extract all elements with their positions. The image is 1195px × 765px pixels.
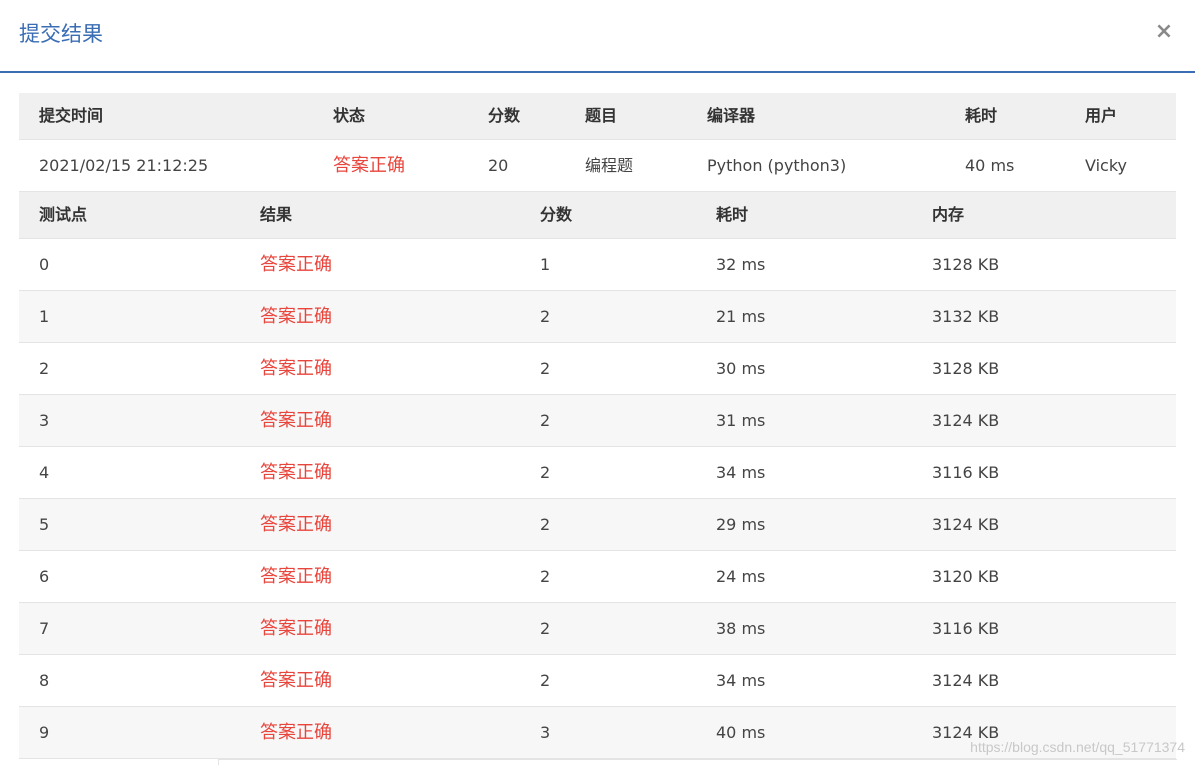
test-duration: 30 ms	[716, 359, 766, 378]
test-score: 2	[540, 359, 551, 378]
header-test-case: 测试点	[39, 205, 88, 224]
header-user: 用户	[1085, 106, 1118, 125]
header-test-duration: 耗时	[716, 205, 749, 224]
header-result: 结果	[260, 205, 293, 224]
test-memory: 3124 KB	[932, 671, 1000, 690]
test-duration: 29 ms	[716, 515, 766, 534]
close-icon[interactable]: ×	[1153, 18, 1175, 46]
table-row: 6 答案正确 2 24 ms 3120 KB	[19, 551, 1176, 603]
test-duration: 40 ms	[716, 723, 766, 742]
dialog-title: 提交结果	[19, 22, 103, 46]
compiler-name: Python (python3)	[707, 156, 847, 175]
test-score: 3	[540, 723, 551, 742]
test-result: 答案正确	[260, 618, 332, 639]
header-memory: 内存	[932, 205, 965, 224]
submission-score: 20	[488, 156, 509, 175]
test-memory: 3116 KB	[932, 463, 1000, 482]
test-score: 2	[540, 567, 551, 586]
test-case-id: 6	[39, 567, 50, 586]
table-row: 8 答案正确 2 34 ms 3124 KB	[19, 655, 1176, 707]
status-badge: 答案正确	[333, 155, 405, 176]
test-memory: 3132 KB	[932, 307, 1000, 326]
table-row: 1 答案正确 2 21 ms 3132 KB	[19, 291, 1176, 343]
test-memory: 3116 KB	[932, 619, 1000, 638]
submission-user[interactable]: Vicky	[1085, 140, 1127, 191]
test-score: 2	[540, 411, 551, 430]
test-cases-table: 测试点 结果 分数 耗时 内存 0 答案正确 1 32 ms 3128 KB 1…	[19, 192, 1176, 759]
test-result: 答案正确	[260, 410, 332, 431]
summary-row: 2021/02/15 21:12:25 答案正确 20 编程题 Python (…	[19, 140, 1176, 192]
test-case-id: 4	[39, 463, 50, 482]
test-memory: 3124 KB	[932, 411, 1000, 430]
test-case-id: 9	[39, 723, 50, 742]
dialog-header: 提交结果 ×	[0, 0, 1195, 73]
test-case-id: 1	[39, 307, 50, 326]
test-score: 1	[540, 255, 551, 274]
submission-duration: 40 ms	[965, 156, 1015, 175]
table-row: 4 答案正确 2 34 ms 3116 KB	[19, 447, 1176, 499]
test-result: 答案正确	[260, 254, 332, 275]
problem-type: 编程题	[585, 156, 634, 175]
header-duration: 耗时	[965, 106, 998, 125]
table-row: 0 答案正确 1 32 ms 3128 KB	[19, 239, 1176, 291]
table-row: 2 答案正确 2 30 ms 3128 KB	[19, 343, 1176, 395]
submission-summary-table: 提交时间 状态 分数 题目 编译器 耗时 用户 2021/02/15 21:12…	[19, 93, 1176, 192]
test-memory: 3128 KB	[932, 359, 1000, 378]
test-case-id: 7	[39, 619, 50, 638]
bottom-panel-edge	[218, 759, 1177, 765]
test-memory: 3120 KB	[932, 567, 1000, 586]
test-score: 2	[540, 671, 551, 690]
test-duration: 34 ms	[716, 463, 766, 482]
test-score: 2	[540, 307, 551, 326]
header-score: 分数	[488, 106, 521, 125]
test-result: 答案正确	[260, 358, 332, 379]
tests-header-row: 测试点 结果 分数 耗时 内存	[19, 192, 1176, 239]
submit-time: 2021/02/15 21:12:25	[39, 156, 209, 175]
test-result: 答案正确	[260, 462, 332, 483]
test-score: 2	[540, 619, 551, 638]
header-test-score: 分数	[540, 205, 573, 224]
test-result: 答案正确	[260, 514, 332, 535]
test-memory: 3124 KB	[932, 515, 1000, 534]
test-case-id: 3	[39, 411, 50, 430]
header-compiler: 编译器	[707, 106, 756, 125]
test-result: 答案正确	[260, 722, 332, 743]
submission-result-dialog: 提交结果 × 提交时间 状态 分数 题目 编译器 耗时 用户 2021/02/1…	[0, 0, 1195, 765]
header-submit-time: 提交时间	[39, 106, 104, 125]
header-status: 状态	[333, 106, 366, 125]
test-result: 答案正确	[260, 670, 332, 691]
test-score: 2	[540, 463, 551, 482]
test-case-id: 8	[39, 671, 50, 690]
test-score: 2	[540, 515, 551, 534]
test-case-id: 2	[39, 359, 50, 378]
test-duration: 31 ms	[716, 411, 766, 430]
test-result: 答案正确	[260, 566, 332, 587]
table-row: 5 答案正确 2 29 ms 3124 KB	[19, 499, 1176, 551]
summary-header-row: 提交时间 状态 分数 题目 编译器 耗时 用户	[19, 93, 1176, 140]
test-duration: 34 ms	[716, 671, 766, 690]
test-result: 答案正确	[260, 306, 332, 327]
table-row: 3 答案正确 2 31 ms 3124 KB	[19, 395, 1176, 447]
test-case-id: 0	[39, 255, 50, 274]
header-problem: 题目	[585, 106, 618, 125]
test-duration: 21 ms	[716, 307, 766, 326]
test-case-id: 5	[39, 515, 50, 534]
table-row: 7 答案正确 2 38 ms 3116 KB	[19, 603, 1176, 655]
test-duration: 32 ms	[716, 255, 766, 274]
test-duration: 38 ms	[716, 619, 766, 638]
test-memory: 3128 KB	[932, 255, 1000, 274]
test-duration: 24 ms	[716, 567, 766, 586]
watermark: https://blog.csdn.net/qq_51771374	[970, 739, 1185, 755]
